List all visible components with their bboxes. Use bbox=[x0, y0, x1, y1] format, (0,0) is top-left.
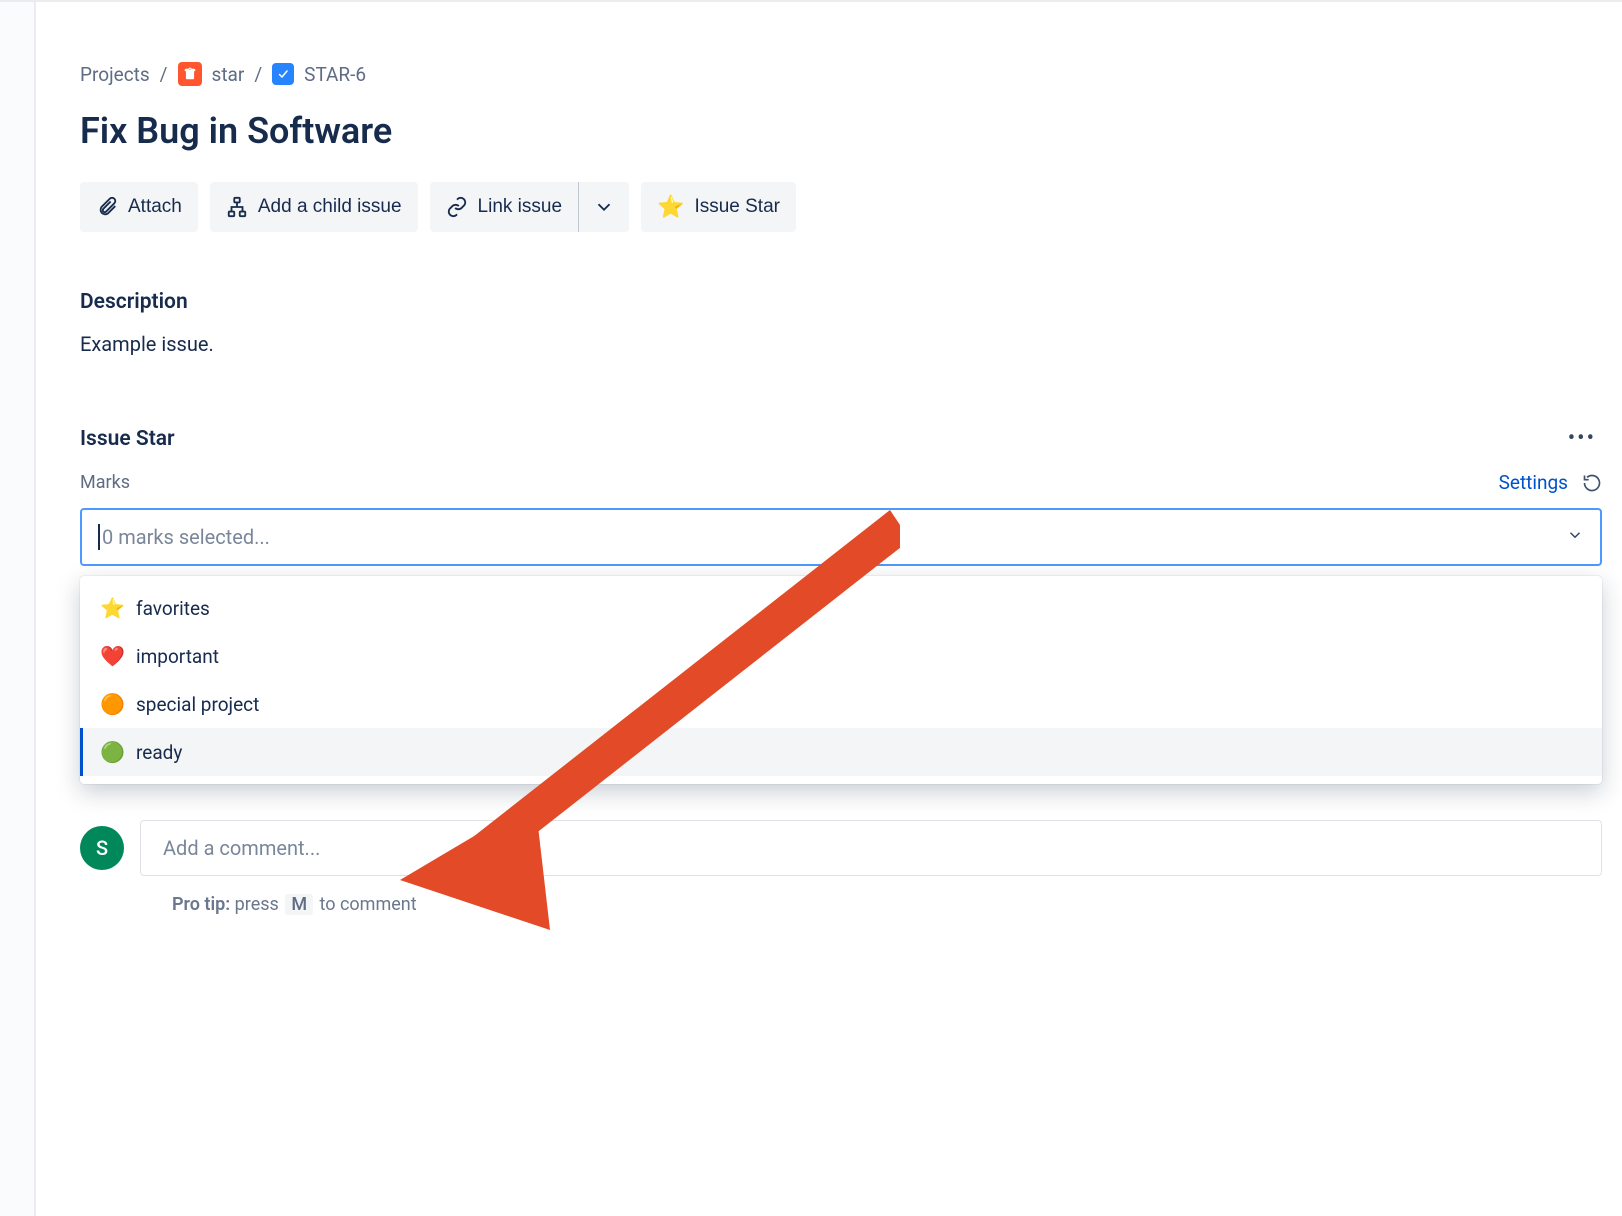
marks-actions: Settings bbox=[1499, 471, 1602, 494]
star-icon: ⭐ bbox=[100, 596, 124, 620]
left-rail bbox=[0, 0, 36, 1216]
description-heading: Description bbox=[80, 290, 1602, 314]
link-issue-dropdown-button[interactable] bbox=[579, 182, 629, 232]
orange-circle-icon: 🟠 bbox=[100, 692, 124, 716]
project-icon bbox=[178, 62, 202, 86]
dropdown-option-favorites[interactable]: ⭐ favorites bbox=[80, 584, 1602, 632]
link-icon bbox=[446, 196, 468, 218]
attach-label: Attach bbox=[128, 196, 182, 218]
link-issue-button[interactable]: Link issue bbox=[430, 182, 579, 232]
chevron-down-icon[interactable] bbox=[1566, 526, 1584, 548]
marks-header-row: Marks Settings bbox=[80, 471, 1602, 494]
issue-star-button[interactable]: ⭐ Issue Star bbox=[641, 182, 796, 232]
comment-placeholder: Add a comment... bbox=[163, 836, 320, 860]
option-label: ready bbox=[136, 741, 182, 764]
option-label: important bbox=[136, 645, 219, 668]
marks-label: Marks bbox=[80, 472, 130, 493]
text-caret bbox=[98, 524, 100, 550]
marks-dropdown: ⭐ favorites ❤️ important 🟠 special proje… bbox=[80, 576, 1602, 784]
panel-header: Issue Star ••• bbox=[80, 426, 1602, 451]
breadcrumb-sep-2: / bbox=[254, 63, 262, 86]
link-issue-group: Link issue bbox=[430, 182, 630, 232]
issue-title[interactable]: Fix Bug in Software bbox=[80, 110, 1602, 152]
child-issue-icon bbox=[226, 196, 248, 218]
comment-input[interactable]: Add a comment... bbox=[140, 820, 1602, 876]
heart-icon: ❤️ bbox=[100, 644, 124, 668]
breadcrumb-sep: / bbox=[160, 63, 168, 86]
star-icon: ⭐ bbox=[657, 194, 684, 220]
more-actions-icon[interactable]: ••• bbox=[1562, 426, 1602, 451]
breadcrumb: Projects / star / STAR-6 bbox=[80, 62, 1602, 86]
breadcrumb-issue-key[interactable]: STAR-6 bbox=[304, 63, 366, 86]
select-placeholder: 0 marks selected... bbox=[102, 525, 270, 549]
green-circle-icon: 🟢 bbox=[100, 740, 124, 764]
dropdown-option-special-project[interactable]: 🟠 special project bbox=[80, 680, 1602, 728]
protip-key: M bbox=[285, 894, 313, 915]
description-body[interactable]: Example issue. bbox=[80, 332, 1602, 356]
option-label: special project bbox=[136, 693, 259, 716]
add-child-button[interactable]: Add a child issue bbox=[210, 182, 418, 232]
link-issue-label: Link issue bbox=[478, 196, 563, 218]
add-child-label: Add a child issue bbox=[258, 196, 402, 218]
settings-link[interactable]: Settings bbox=[1499, 471, 1568, 494]
protip-press: press bbox=[235, 894, 279, 915]
top-divider bbox=[0, 0, 1622, 2]
protip-suffix: to comment bbox=[320, 894, 417, 915]
issue-type-icon bbox=[272, 63, 294, 85]
comment-row: S Add a comment... bbox=[80, 820, 1602, 876]
chevron-down-icon bbox=[593, 196, 615, 218]
attach-button[interactable]: Attach bbox=[80, 182, 198, 232]
option-label: favorites bbox=[136, 597, 210, 620]
select-placeholder-wrap: 0 marks selected... bbox=[98, 524, 270, 550]
dropdown-option-ready[interactable]: 🟢 ready bbox=[80, 728, 1602, 776]
pro-tip: Pro tip: press M to comment bbox=[172, 894, 1602, 915]
panel-title: Issue Star bbox=[80, 427, 175, 451]
dropdown-option-important[interactable]: ❤️ important bbox=[80, 632, 1602, 680]
refresh-icon[interactable] bbox=[1582, 473, 1602, 493]
protip-prefix: Pro tip: bbox=[172, 894, 230, 915]
issue-star-label: Issue Star bbox=[694, 196, 780, 218]
paperclip-icon bbox=[96, 196, 118, 218]
action-toolbar: Attach Add a child issue Link issue ⭐ Is… bbox=[80, 182, 1602, 232]
avatar[interactable]: S bbox=[80, 826, 124, 870]
breadcrumb-projects[interactable]: Projects bbox=[80, 63, 150, 86]
marks-select[interactable]: 0 marks selected... bbox=[80, 508, 1602, 566]
issue-content: Projects / star / STAR-6 Fix Bug in Soft… bbox=[80, 62, 1602, 915]
breadcrumb-project[interactable]: star bbox=[212, 63, 245, 86]
